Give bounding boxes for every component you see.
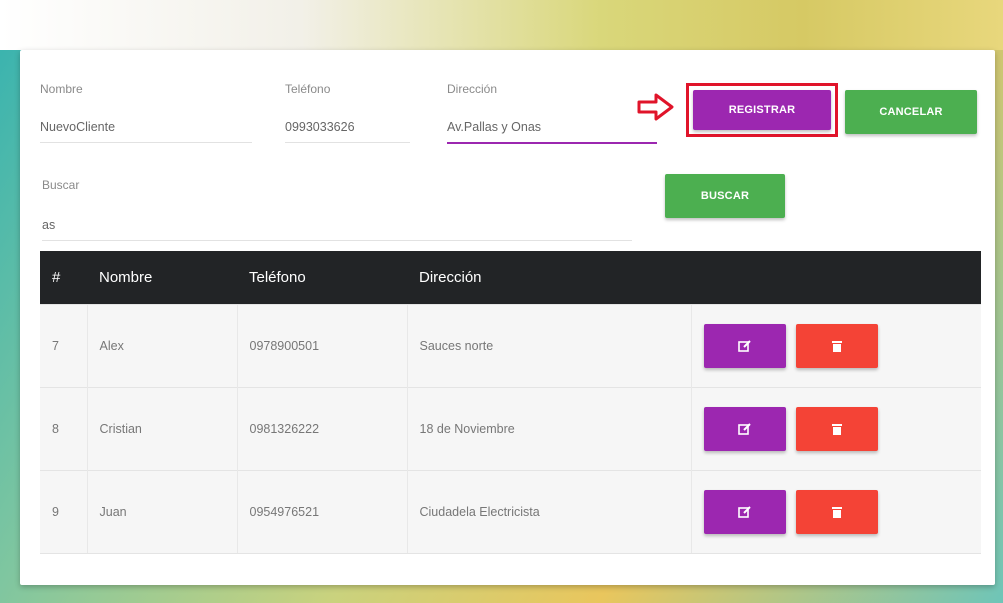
header-telefono: Teléfono [237, 251, 407, 305]
edit-button[interactable] [703, 324, 786, 368]
search-field: Buscar [42, 178, 632, 242]
nombre-input[interactable] [40, 120, 252, 143]
cell-direccion: Ciudadela Electricista [406, 470, 691, 554]
clients-table: # Nombre Teléfono Dirección 7 Alex 09789… [40, 251, 981, 554]
background-gradient [0, 0, 1003, 50]
cell-id: 7 [40, 304, 87, 388]
direccion-label: Dirección [447, 82, 498, 96]
nombre-label: Nombre [40, 82, 83, 96]
edit-icon [737, 423, 751, 435]
edit-button[interactable] [703, 407, 786, 451]
delete-button[interactable] [795, 490, 878, 534]
edit-icon [737, 506, 751, 518]
cell-id: 8 [40, 387, 87, 471]
cell-actions [690, 304, 981, 388]
table-row: 9 Juan 0954976521 Ciudadela Electricista [40, 470, 981, 554]
delete-button[interactable] [795, 407, 878, 451]
telefono-input[interactable] [285, 120, 410, 143]
trash-icon [831, 507, 842, 518]
cell-direccion: Sauces norte [406, 304, 691, 388]
cell-id: 9 [40, 470, 87, 554]
cell-actions [690, 470, 981, 554]
direccion-field: Dirección [447, 82, 657, 144]
search-input[interactable] [42, 218, 632, 241]
nombre-field: Nombre [40, 82, 252, 143]
client-panel: Nombre Teléfono Dirección REGISTRAR CANC… [20, 50, 995, 585]
cell-nombre: Cristian [86, 387, 237, 471]
header-direccion: Dirección [407, 251, 691, 305]
cell-telefono: 0978900501 [236, 304, 407, 388]
trash-icon [831, 424, 842, 435]
edit-icon [737, 340, 751, 352]
table-row: 8 Cristian 0981326222 18 de Noviembre [40, 387, 981, 471]
cell-nombre: Alex [86, 304, 237, 388]
delete-button[interactable] [795, 324, 878, 368]
cell-telefono: 0981326222 [236, 387, 407, 471]
cancel-button[interactable]: CANCELAR [845, 90, 977, 134]
table-row: 7 Alex 0978900501 Sauces norte [40, 304, 981, 388]
edit-button[interactable] [703, 490, 786, 534]
cell-actions [690, 387, 981, 471]
search-button[interactable]: BUSCAR [665, 174, 785, 218]
trash-icon [831, 341, 842, 352]
arrow-right-icon [637, 93, 674, 121]
direccion-input[interactable] [447, 120, 657, 144]
cell-telefono: 0954976521 [236, 470, 407, 554]
table-header-row: # Nombre Teléfono Dirección [40, 251, 981, 305]
header-id: # [40, 251, 87, 305]
telefono-field: Teléfono [285, 82, 410, 143]
cell-direccion: 18 de Noviembre [406, 387, 691, 471]
header-nombre: Nombre [87, 251, 237, 305]
telefono-label: Teléfono [285, 82, 331, 96]
search-label: Buscar [42, 178, 80, 192]
cell-nombre: Juan [86, 470, 237, 554]
header-actions [691, 251, 981, 305]
register-button[interactable]: REGISTRAR [693, 90, 831, 130]
